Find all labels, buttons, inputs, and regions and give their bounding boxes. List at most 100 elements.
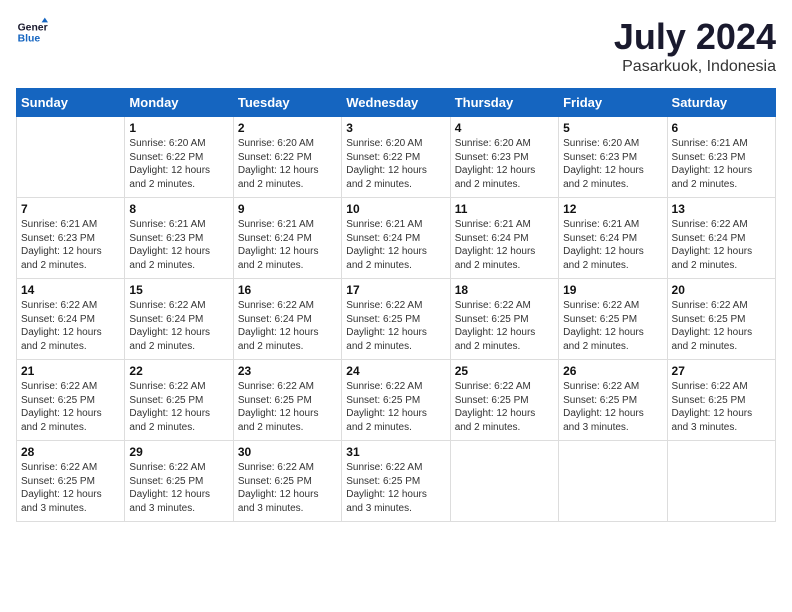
calendar-cell: 9Sunrise: 6:21 AM Sunset: 6:24 PM Daylig… — [233, 198, 341, 279]
calendar-cell: 28Sunrise: 6:22 AM Sunset: 6:25 PM Dayli… — [17, 441, 125, 522]
calendar-cell: 4 Sunrise: 6:20 AM Sunset: 6:23 PM Daylig… — [450, 117, 558, 198]
logo: General Blue — [16, 16, 48, 48]
day-number: 2 — [238, 121, 337, 135]
calendar-cell: 30 Sunrise: 6:22 AM Sunset: 6:25 PM Dayli… — [233, 441, 341, 522]
day-number: 27 — [672, 364, 771, 378]
day-number: 11 — [455, 202, 554, 216]
day-info: Sunrise: 6:22 AM Sunset: 6:25 PM Dayligh… — [672, 299, 771, 353]
day-number: 23 — [238, 364, 337, 378]
day-number: 4 — [455, 121, 554, 135]
weekday-header-monday: Monday — [125, 89, 233, 117]
day-number: 14 — [21, 283, 120, 297]
calendar-cell: 22 Sunrise: 6:22 AM Sunset: 6:25 PM Dayli… — [125, 360, 233, 441]
calendar-week-0: 1 Sunrise: 6:20 AM Sunset: 6:22 PM Daylig… — [17, 117, 776, 198]
calendar-cell: 13 Sunrise: 6:22 AM Sunset: 6:24 PM Dayli… — [667, 198, 775, 279]
calendar-cell: 3 Sunrise: 6:20 AM Sunset: 6:22 PM Daylig… — [342, 117, 450, 198]
month-title: July 2024 — [614, 16, 776, 58]
day-number: 8 — [129, 202, 228, 216]
calendar-week-3: 21 Sunrise: 6:22 AM Sunset: 6:25 PM Dayli… — [17, 360, 776, 441]
day-info: Sunrise: 6:22 AM Sunset: 6:25 PM Dayligh… — [455, 380, 554, 434]
day-info: Sunrise: 6:22 AM Sunset: 6:24 PM Dayligh… — [21, 299, 120, 353]
day-number: 19 — [563, 283, 662, 297]
calendar-body: 1 Sunrise: 6:20 AM Sunset: 6:22 PM Daylig… — [17, 117, 776, 522]
weekday-header-tuesday: Tuesday — [233, 89, 341, 117]
header-row: SundayMondayTuesdayWednesdayThursdayFrid… — [17, 89, 776, 117]
day-info: Sunrise: 6:20 AM Sunset: 6:23 PM Dayligh… — [563, 137, 662, 191]
calendar-cell: 14 Sunrise: 6:22 AM Sunset: 6:24 PM Dayli… — [17, 279, 125, 360]
title-area: July 2024 Pasarkuok, Indonesia — [614, 16, 776, 76]
calendar-cell: 31 Sunrise: 6:22 AM Sunset: 6:25 PM Dayli… — [342, 441, 450, 522]
calendar-cell: 1Sunrise: 6:20 AM Sunset: 6:22 PM Daylig… — [125, 117, 233, 198]
header: General Blue July 2024 Pasarkuok, Indone… — [16, 16, 776, 76]
calendar-cell: 15 Sunrise: 6:22 AM Sunset: 6:24 PM Dayli… — [125, 279, 233, 360]
day-info: Sunrise: 6:22 AM Sunset: 6:24 PM Dayligh… — [672, 218, 771, 272]
day-number: 3 — [346, 121, 445, 135]
day-info: Sunrise: 6:21 AM Sunset: 6:24 PM Dayligh… — [346, 218, 445, 272]
day-info: Sunrise: 6:22 AM Sunset: 6:25 PM Dayligh… — [346, 380, 445, 434]
calendar-cell: 26Sunrise: 6:22 AM Sunset: 6:25 PM Dayli… — [559, 360, 667, 441]
day-number: 18 — [455, 283, 554, 297]
day-number: 30 — [238, 445, 337, 459]
svg-text:General: General — [18, 22, 48, 33]
location-title: Pasarkuok, Indonesia — [614, 58, 776, 76]
day-number: 10 — [346, 202, 445, 216]
calendar-cell: 19 Sunrise: 6:22 AM Sunset: 6:25 PM Dayli… — [559, 279, 667, 360]
calendar-week-1: 7 Sunrise: 6:21 AM Sunset: 6:23 PM Daylig… — [17, 198, 776, 279]
day-info: Sunrise: 6:22 AM Sunset: 6:25 PM Dayligh… — [238, 461, 337, 515]
day-number: 20 — [672, 283, 771, 297]
day-number: 24 — [346, 364, 445, 378]
day-info: Sunrise: 6:20 AM Sunset: 6:23 PM Dayligh… — [455, 137, 554, 191]
day-number: 13 — [672, 202, 771, 216]
calendar-cell: 24 Sunrise: 6:22 AM Sunset: 6:25 PM Dayli… — [342, 360, 450, 441]
calendar-header: SundayMondayTuesdayWednesdayThursdayFrid… — [17, 89, 776, 117]
day-number: 31 — [346, 445, 445, 459]
calendar-cell: 29 Sunrise: 6:22 AM Sunset: 6:25 PM Dayli… — [125, 441, 233, 522]
day-number: 7 — [21, 202, 120, 216]
svg-text:Blue: Blue — [18, 34, 41, 45]
calendar-cell: 12 Sunrise: 6:21 AM Sunset: 6:24 PM Dayli… — [559, 198, 667, 279]
calendar-cell — [667, 441, 775, 522]
day-info: Sunrise: 6:22 AM Sunset: 6:25 PM Dayligh… — [129, 380, 228, 434]
calendar-cell: 7 Sunrise: 6:21 AM Sunset: 6:23 PM Daylig… — [17, 198, 125, 279]
day-info: Sunrise: 6:20 AM Sunset: 6:22 PM Dayligh… — [346, 137, 445, 191]
day-info: Sunrise: 6:22 AM Sunset: 6:25 PM Dayligh… — [563, 380, 662, 434]
day-number: 12 — [563, 202, 662, 216]
calendar-cell: 21 Sunrise: 6:22 AM Sunset: 6:25 PM Dayli… — [17, 360, 125, 441]
day-number: 1 — [129, 121, 228, 135]
weekday-header-wednesday: Wednesday — [342, 89, 450, 117]
day-number: 16 — [238, 283, 337, 297]
day-info: Sunrise: 6:20 AM Sunset: 6:22 PM Dayligh… — [238, 137, 337, 191]
day-number: 6 — [672, 121, 771, 135]
day-info: Sunrise: 6:21 AM Sunset: 6:23 PM Dayligh… — [129, 218, 228, 272]
day-info: Sunrise: 6:21 AM Sunset: 6:23 PM Dayligh… — [21, 218, 120, 272]
day-number: 9 — [238, 202, 337, 216]
calendar-cell — [559, 441, 667, 522]
calendar-week-2: 14 Sunrise: 6:22 AM Sunset: 6:24 PM Dayli… — [17, 279, 776, 360]
day-info: Sunrise: 6:21 AM Sunset: 6:24 PM Dayligh… — [563, 218, 662, 272]
day-info: Sunrise: 6:22 AM Sunset: 6:25 PM Dayligh… — [346, 461, 445, 515]
day-info: Sunrise: 6:22 AM Sunset: 6:25 PM Dayligh… — [563, 299, 662, 353]
weekday-header-saturday: Saturday — [667, 89, 775, 117]
day-number: 15 — [129, 283, 228, 297]
day-number: 29 — [129, 445, 228, 459]
calendar-cell: 11Sunrise: 6:21 AM Sunset: 6:24 PM Dayli… — [450, 198, 558, 279]
calendar-cell: 10 Sunrise: 6:21 AM Sunset: 6:24 PM Dayli… — [342, 198, 450, 279]
weekday-header-thursday: Thursday — [450, 89, 558, 117]
day-number: 21 — [21, 364, 120, 378]
day-info: Sunrise: 6:22 AM Sunset: 6:25 PM Dayligh… — [129, 461, 228, 515]
day-info: Sunrise: 6:22 AM Sunset: 6:25 PM Dayligh… — [346, 299, 445, 353]
day-info: Sunrise: 6:22 AM Sunset: 6:24 PM Dayligh… — [129, 299, 228, 353]
day-number: 17 — [346, 283, 445, 297]
calendar-cell: 18Sunrise: 6:22 AM Sunset: 6:25 PM Dayli… — [450, 279, 558, 360]
day-info: Sunrise: 6:22 AM Sunset: 6:25 PM Dayligh… — [238, 380, 337, 434]
calendar-cell — [17, 117, 125, 198]
day-info: Sunrise: 6:22 AM Sunset: 6:25 PM Dayligh… — [672, 380, 771, 434]
day-info: Sunrise: 6:22 AM Sunset: 6:25 PM Dayligh… — [21, 380, 120, 434]
calendar-cell — [450, 441, 558, 522]
calendar-table: SundayMondayTuesdayWednesdayThursdayFrid… — [16, 88, 776, 522]
day-number: 28 — [21, 445, 120, 459]
day-number: 22 — [129, 364, 228, 378]
day-info: Sunrise: 6:22 AM Sunset: 6:24 PM Dayligh… — [238, 299, 337, 353]
calendar-cell: 16 Sunrise: 6:22 AM Sunset: 6:24 PM Dayli… — [233, 279, 341, 360]
calendar-cell: 20 Sunrise: 6:22 AM Sunset: 6:25 PM Dayli… — [667, 279, 775, 360]
